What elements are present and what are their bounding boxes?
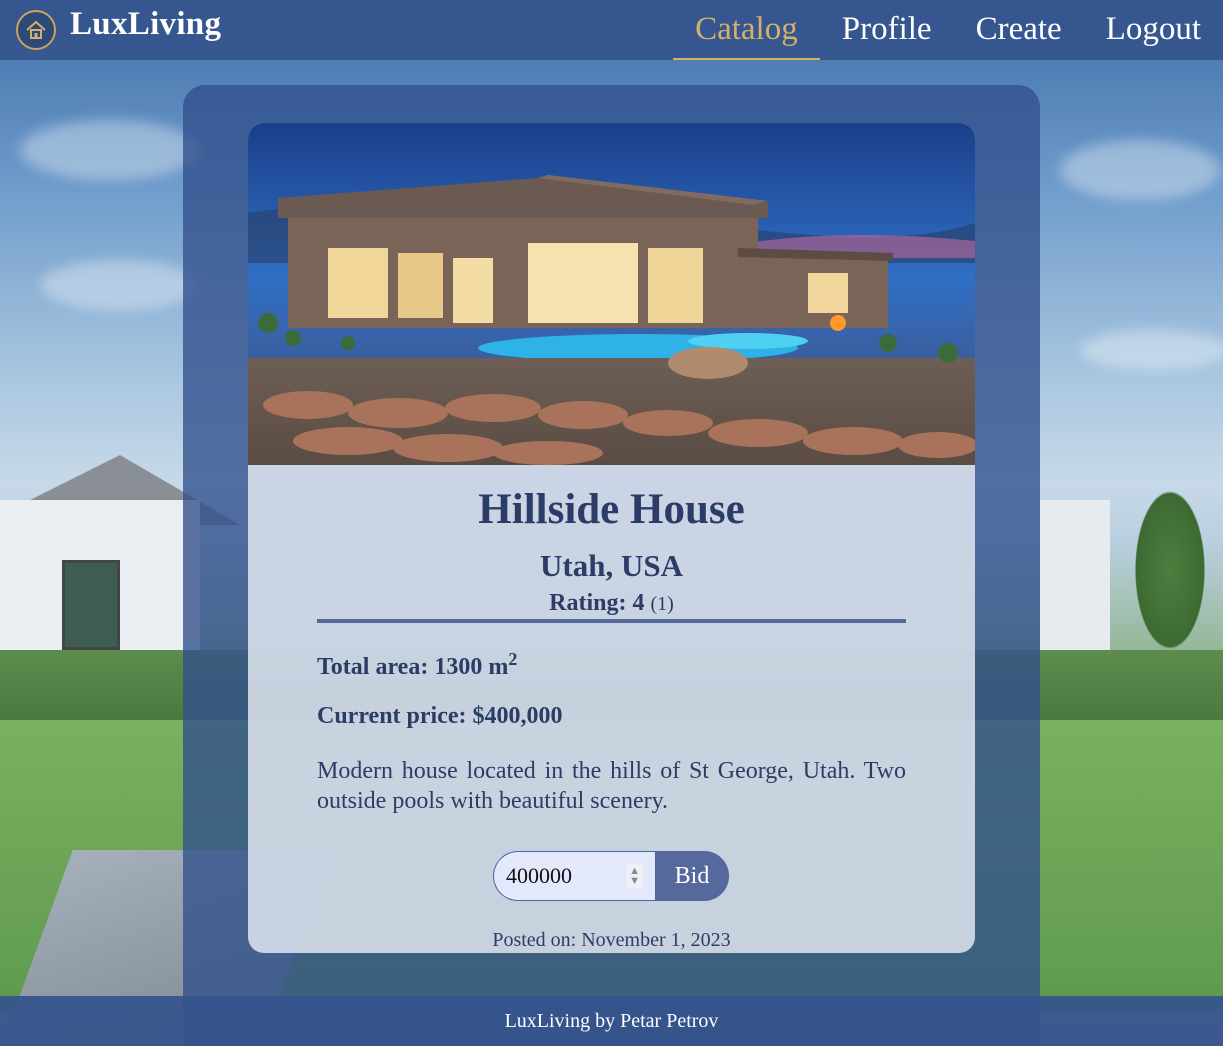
brand[interactable]: LuxLiving [16, 6, 221, 54]
posted-date: Posted on: November 1, 2023 [248, 929, 975, 952]
nav-create-link[interactable]: Create [954, 0, 1084, 60]
nav-catalog-link[interactable]: Catalog [673, 0, 820, 60]
area-label: Total area: [317, 654, 429, 680]
listing-card: Hillside House Utah, USA Rating: 4 (1) T… [248, 123, 975, 953]
listing-details: Hillside House Utah, USA Rating: 4 (1) T… [248, 465, 975, 953]
bid-form: 400000 ▲ ▼ Bid [493, 851, 729, 901]
rating-count: (1) [650, 593, 674, 615]
listing-facts: Total area: 1300 m2 Current price: $400,… [317, 649, 906, 816]
listing-rating: Rating: 4 (1) [248, 590, 975, 617]
posted-label: Posted on: [492, 929, 577, 951]
listing-title: Hillside House [478, 486, 745, 533]
posted-value: November 1, 2023 [581, 929, 731, 951]
number-spinner-icon[interactable]: ▲ ▼ [626, 864, 643, 888]
area-value: 1300 m [434, 654, 509, 680]
rating-value: 4 [632, 590, 645, 616]
price-value: $400,000 [472, 703, 563, 729]
footer-text: LuxLiving by Petar Petrov [504, 1010, 719, 1032]
nav-logout-link[interactable]: Logout [1084, 0, 1223, 60]
footer: LuxLiving by Petar Petrov [0, 996, 1223, 1046]
brand-name: LuxLiving [70, 5, 222, 42]
listing-description: Modern house located in the hills of St … [317, 758, 906, 814]
total-area: Total area: 1300 m2 [317, 649, 906, 681]
navbar: LuxLiving Catalog Profile Create Logout [0, 0, 1223, 60]
divider [317, 619, 906, 623]
bid-amount-input[interactable]: 400000 ▲ ▼ [493, 851, 655, 901]
rating-label: Rating: [549, 590, 627, 616]
house-logo-icon [16, 10, 56, 50]
house-photo [248, 123, 975, 465]
nav-links: Catalog Profile Create Logout [673, 0, 1223, 60]
current-price: Current price: $400,000 [317, 703, 906, 730]
area-exponent: 2 [508, 649, 518, 669]
price-label: Current price: [317, 703, 467, 729]
bid-amount-value: 400000 [506, 863, 572, 888]
listing-location: Utah, USA [540, 548, 683, 583]
nav-profile-link[interactable]: Profile [820, 0, 954, 60]
bid-button[interactable]: Bid [655, 851, 729, 901]
